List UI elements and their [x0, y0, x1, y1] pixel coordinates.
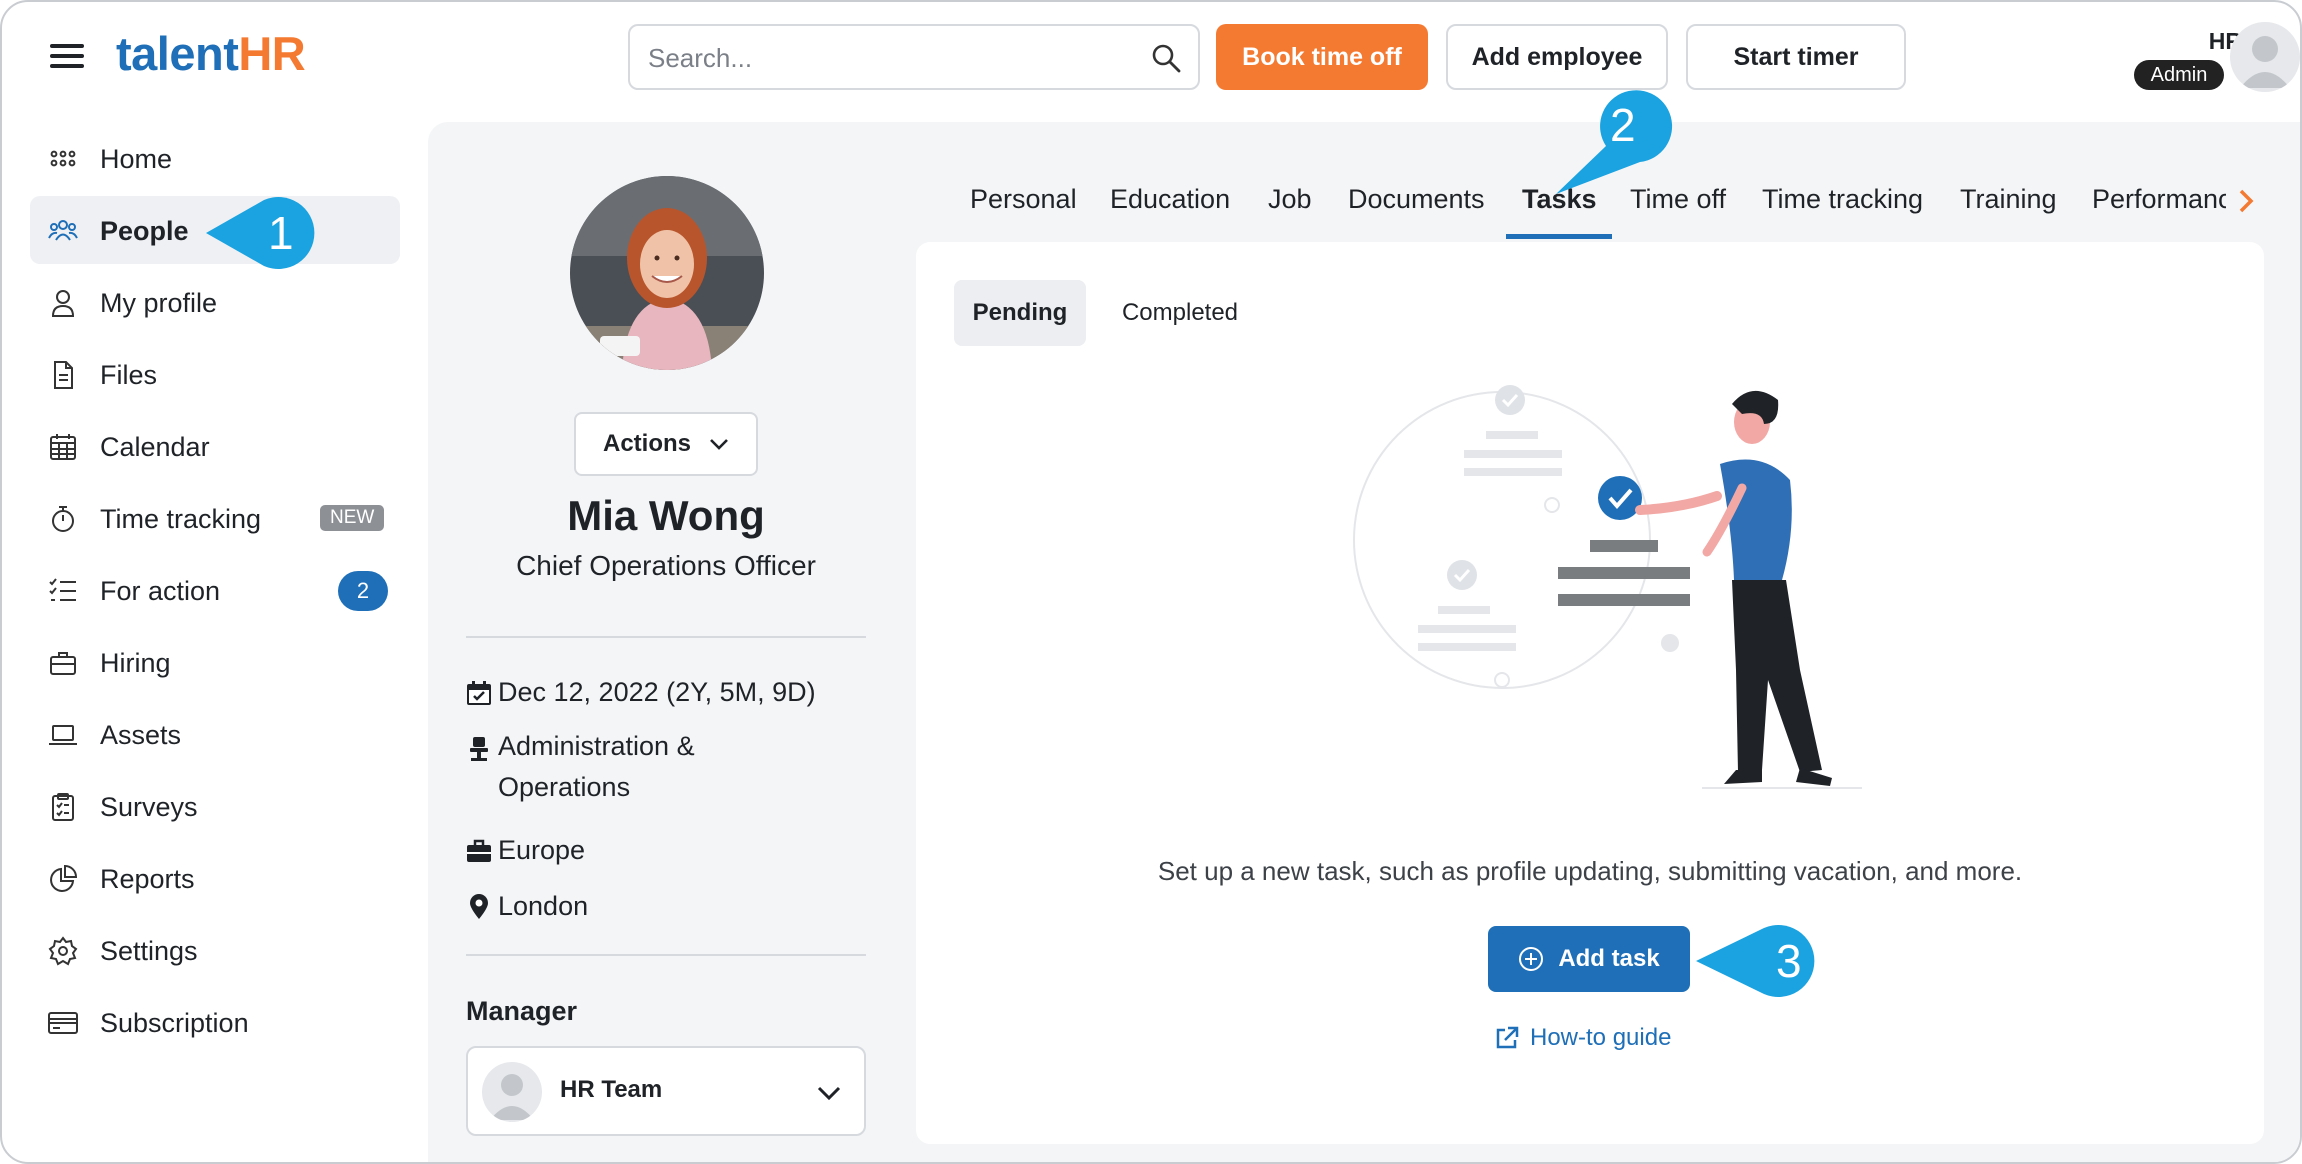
gear-icon: [48, 936, 78, 966]
tab-time-tracking[interactable]: Time tracking: [1762, 184, 1923, 215]
department-line-1: Administration &: [498, 731, 695, 761]
sidebar-item-label: Hiring: [100, 648, 171, 678]
callout-number: 1: [268, 207, 294, 259]
manager-name: HR Team: [560, 1076, 663, 1103]
empty-state-message: Set up a new task, such as profile updat…: [1157, 856, 2023, 886]
sidebar-item-surveys[interactable]: Surveys: [30, 772, 400, 840]
sidebar-item-label: My profile: [100, 288, 218, 318]
sidebar-item-for-action[interactable]: For action 2: [30, 556, 400, 624]
avatar-placeholder-icon: [2240, 36, 2290, 88]
tab-job[interactable]: Job: [1268, 184, 1312, 215]
division: Europe: [498, 835, 586, 865]
search-input[interactable]: [648, 36, 1128, 80]
clipboard-icon: [52, 793, 74, 821]
chevron-down-icon: [817, 1086, 841, 1101]
sidebar-item-reports[interactable]: Reports: [30, 844, 400, 912]
divider: [466, 636, 866, 638]
people-icon: [48, 220, 78, 241]
pie-chart-icon: [50, 864, 78, 892]
map-pin-icon: [470, 894, 488, 919]
sidebar-item-label: Surveys: [100, 792, 198, 822]
sidebar-item-label: Settings: [100, 936, 198, 966]
callout-number: 2: [1610, 99, 1636, 151]
home-grid-icon: [50, 150, 76, 167]
sidebar-item-calendar[interactable]: Calendar: [30, 412, 400, 480]
app-logo[interactable]: talentHR: [116, 26, 306, 81]
checklist-icon: [49, 578, 76, 601]
add-task-button[interactable]: Add task: [1488, 926, 1690, 992]
search-box[interactable]: [628, 24, 1200, 90]
sidebar-item-files[interactable]: Files: [30, 340, 400, 408]
plus-circle-icon: [1519, 947, 1544, 971]
location: London: [498, 891, 589, 921]
department-line-2: Operations: [498, 772, 631, 802]
manager-label: Manager: [466, 996, 578, 1026]
briefcase-filled-icon: [467, 839, 491, 862]
how-to-guide-link[interactable]: How-to guide: [1494, 1024, 1671, 1052]
app-window: talentHR Book time off Add employee Star…: [0, 0, 2302, 1164]
count-badge: 2: [338, 571, 388, 611]
manager-select[interactable]: HR Team: [466, 1046, 866, 1136]
manager-avatar: [482, 1062, 542, 1122]
role-badge: Admin: [2134, 60, 2224, 90]
user-avatar[interactable]: [2230, 22, 2300, 92]
empty-state-illustration: [1353, 385, 1862, 789]
tab-performance-clip: Performance: [2092, 184, 2226, 224]
chevron-right-icon[interactable]: [2234, 187, 2258, 215]
calendar-check-icon: [467, 681, 491, 705]
menu-icon[interactable]: [50, 42, 84, 68]
actions-dropdown[interactable]: Actions: [574, 412, 758, 476]
divider: [466, 954, 866, 956]
sidebar-item-label: Assets: [100, 720, 182, 750]
sidebar-item-label: Subscription: [100, 1008, 249, 1038]
tab-personal[interactable]: Personal: [970, 184, 1077, 215]
start-timer-button[interactable]: Start timer: [1686, 24, 1906, 90]
sidebar-item-label: Reports: [100, 864, 195, 894]
briefcase-icon: [50, 652, 76, 675]
calendar-icon: [50, 434, 76, 460]
start-date: Dec 12, 2022 (2Y, 5M, 9D): [498, 677, 816, 707]
tab-training[interactable]: Training: [1960, 184, 2057, 215]
profile-photo: [570, 176, 764, 370]
employee-title: Chief Operations Officer: [516, 550, 816, 581]
sidebar-item-assets[interactable]: Assets: [30, 700, 400, 768]
sidebar-item-label: For action: [100, 576, 221, 606]
sidebar-item-settings[interactable]: Settings: [30, 916, 400, 984]
laptop-icon: [49, 725, 77, 745]
sidebar-item-label: Time tracking: [100, 504, 262, 534]
sidebar-item-my-profile[interactable]: My profile: [30, 268, 400, 336]
sidebar-item-label: People: [100, 216, 189, 246]
book-time-off-button[interactable]: Book time off: [1216, 24, 1428, 90]
tab-performance[interactable]: Performance: [2092, 184, 2226, 215]
sidebar-item-subscription[interactable]: Subscription: [30, 988, 400, 1056]
card-icon: [48, 1012, 78, 1034]
tab-education[interactable]: Education: [1110, 184, 1230, 215]
sidebar-item-label: Calendar: [100, 432, 210, 462]
callout-marker: [206, 197, 315, 269]
sidebar-item-label: Files: [100, 360, 158, 390]
tab-documents[interactable]: Documents: [1348, 184, 1485, 215]
stopwatch-icon: [52, 506, 74, 532]
add-employee-button[interactable]: Add employee: [1446, 24, 1668, 90]
callout-number: 3: [1776, 935, 1802, 987]
office-chair-icon: [470, 737, 488, 761]
actions-label: Actions: [602, 430, 691, 457]
employee-name: Mia Wong: [567, 492, 765, 539]
how-to-guide-label: How-to guide: [1530, 1024, 1672, 1051]
person-icon: [51, 290, 75, 317]
external-link-icon: [1496, 1026, 1519, 1049]
new-badge: NEW: [320, 505, 385, 531]
subtab-completed[interactable]: Completed: [1102, 280, 1258, 346]
add-task-label: Add task: [1558, 945, 1660, 972]
sidebar-item-hiring[interactable]: Hiring: [30, 628, 400, 696]
search-icon[interactable]: [1150, 42, 1182, 74]
sidebar-item-home[interactable]: Home: [30, 124, 400, 192]
chevron-down-icon: [710, 439, 728, 450]
sidebar-item-time-tracking[interactable]: Time tracking NEW: [30, 484, 400, 552]
active-tab-indicator: [1506, 234, 1612, 239]
sidebar-item-label: Home: [100, 144, 173, 174]
subtab-pending[interactable]: Pending: [954, 280, 1086, 346]
file-icon: [54, 361, 73, 389]
